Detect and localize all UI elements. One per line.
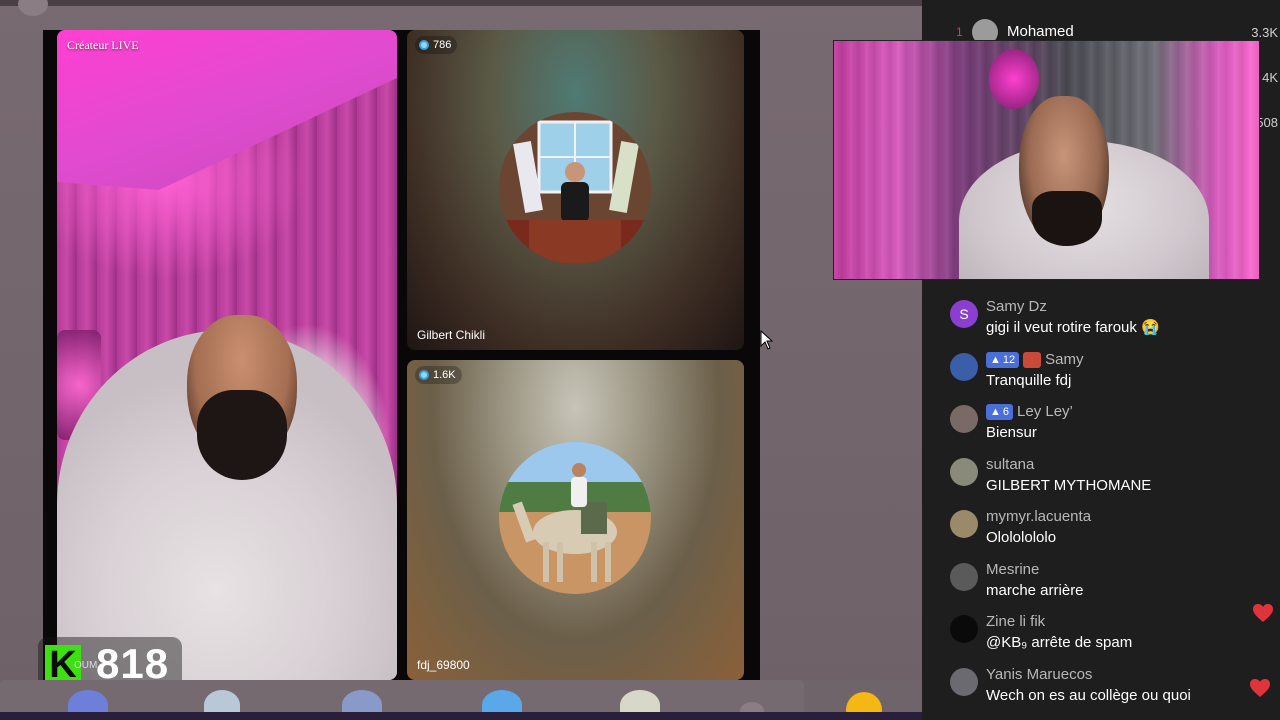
chat-username-row: Yanis Maruecos — [986, 664, 1280, 686]
chat-avatar[interactable] — [950, 562, 978, 591]
chat-message[interactable]: Zine li fik @KB₉ arrête de spam — [942, 611, 1280, 664]
chat-username-row: Mesrine — [986, 559, 1280, 581]
chat-avatar[interactable]: S — [950, 300, 978, 328]
chat-username-row: Samy Dz — [986, 296, 1280, 318]
office-scene-icon — [499, 112, 651, 264]
chat-username-row: sultana — [986, 454, 1280, 476]
heart-icon — [1250, 679, 1270, 697]
ranking-row: 1 Mohamed 3.3K — [922, 0, 1280, 45]
rank-value: 3.3K — [1251, 25, 1278, 40]
chat-avatar[interactable] — [950, 510, 978, 538]
chat-text: GILBERT MYTHOMANE — [986, 476, 1152, 494]
guest-tile-1[interactable]: 786 Gilbert Chikli — [407, 30, 744, 350]
host-video-tile[interactable]: Créateur LIVE — [57, 30, 397, 680]
chat-username-row: ▲ 12 Samy — [986, 349, 1280, 371]
score-overlay-text: OUM — [74, 660, 98, 671]
viewer-count: 786 — [433, 39, 452, 51]
background-ceiling — [57, 30, 397, 190]
streamer-webcam — [833, 40, 1260, 280]
level-number: 6 — [1002, 406, 1010, 418]
chat-username[interactable]: Samy — [1045, 349, 1083, 371]
viewer-dot-icon — [419, 40, 429, 50]
chat-avatar[interactable] — [950, 457, 978, 486]
level-number: 12 — [1002, 353, 1016, 366]
camel-scene-icon — [499, 442, 651, 594]
chat-text: Olololololo — [986, 529, 1057, 546]
chat-username[interactable]: mymyr.lacuenta — [986, 506, 1091, 528]
chat-message[interactable]: sultana GILBERT MYTHOMANE — [942, 454, 1280, 507]
chat-message[interactable]: Yanis Maruecos Wech on es au collège ou … — [942, 664, 1280, 717]
chat-message[interactable]: S Samy Dz gigi il veut rotire farouk 😭 — [942, 296, 1280, 349]
chat-username[interactable]: Mesrine — [986, 559, 1039, 581]
level-badge: ▲ 6 — [986, 404, 1014, 420]
rank-name: Mohamed — [1007, 23, 1074, 40]
back-icon[interactable] — [18, 0, 48, 16]
level-icon: ▲ — [990, 353, 1001, 366]
chat-message[interactable]: ▲ 12 Samy Tranquille fdj — [942, 349, 1280, 402]
chat-avatar[interactable] — [950, 615, 978, 643]
rank-number: 1 — [956, 25, 963, 39]
top-bar — [0, 0, 922, 6]
chat-text: gigi il veut rotire farouk 😭 — [986, 319, 1160, 336]
chat-username[interactable]: sultana — [986, 454, 1034, 476]
live-stream-view: Créateur LIVE 786 Gilbert Chikli 1.6K fd… — [0, 0, 1280, 720]
mouse-cursor-icon — [760, 330, 774, 350]
chat-username[interactable]: Yanis Maruecos — [986, 664, 1092, 686]
viewer-badge: 1.6K — [415, 366, 462, 384]
chat-message[interactable]: Mesrine marche arrière — [942, 559, 1280, 612]
guest-name: fdj_69800 — [417, 658, 470, 672]
chat-username-row: Zine li fik — [986, 611, 1280, 633]
guest-avatar[interactable] — [499, 442, 651, 594]
chat-text: marche arrière — [986, 581, 1084, 599]
chat-list: S Samy Dz gigi il veut rotire farouk 😭 ▲… — [942, 296, 1280, 716]
viewer-count: 1.6K — [433, 369, 456, 381]
chat-avatar[interactable] — [950, 667, 978, 696]
guest-name: Gilbert Chikli — [417, 328, 486, 342]
level-icon: ▲ — [990, 406, 1001, 418]
viewer-badge: 786 — [415, 36, 458, 54]
chat-text: Tranquille fdj — [986, 371, 1072, 389]
chat-text: @KB₉ arrête de spam — [986, 634, 1133, 651]
viewer-dot-icon — [419, 370, 429, 380]
chat-username[interactable]: Samy Dz — [986, 296, 1047, 318]
chat-avatar[interactable] — [950, 405, 978, 433]
host-beard — [197, 390, 287, 480]
chat-message[interactable]: mymyr.lacuenta Olololololo — [942, 506, 1280, 559]
chat-username[interactable]: Ley Ley’ — [1017, 401, 1073, 423]
chat-username-row: mymyr.lacuenta — [986, 506, 1280, 528]
webcam-person-beard — [1032, 191, 1102, 246]
chat-avatar[interactable] — [950, 352, 978, 381]
level-badge: ▲ 12 — [986, 351, 1020, 368]
chat-text: Biensur — [986, 424, 1037, 441]
guest-tile-2[interactable]: 1.6K fdj_69800 — [407, 360, 744, 680]
host-tag: Créateur LIVE — [67, 38, 139, 52]
chat-username-row: ▲ 6 Ley Ley’ — [986, 401, 1280, 423]
guest-avatar[interactable] — [499, 112, 651, 264]
rank-value: 4K — [1262, 70, 1278, 85]
fan-heart-badge-icon — [1023, 351, 1042, 368]
neon-sign — [989, 49, 1039, 109]
chat-text: Wech on es au collège ou quoi — [986, 686, 1191, 704]
chat-message[interactable]: ▲ 6 Ley Ley’ Biensur — [942, 401, 1280, 454]
heart-icon — [1253, 604, 1273, 622]
live-stage: Créateur LIVE 786 Gilbert Chikli 1.6K fd… — [43, 30, 760, 680]
chat-username[interactable]: Zine li fik — [986, 611, 1045, 633]
